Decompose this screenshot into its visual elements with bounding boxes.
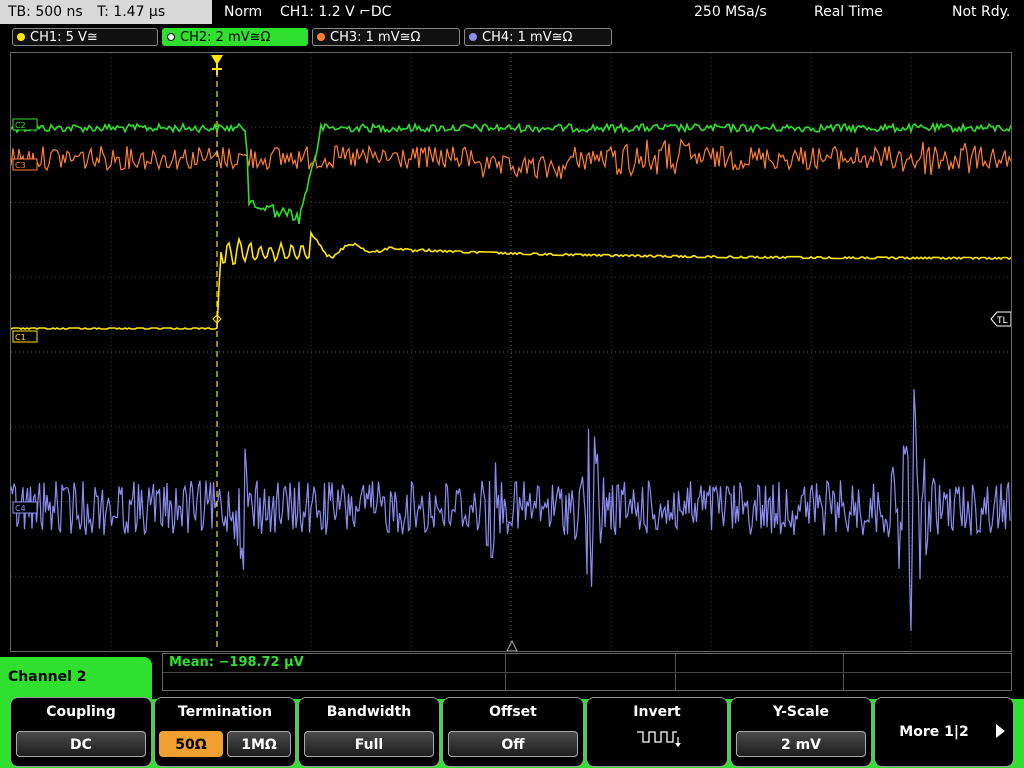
trigger-position-icon[interactable] xyxy=(211,55,223,75)
trigger-source[interactable]: CH1: 1.2 V ⌐DC xyxy=(280,0,391,24)
horizontal-center-marker xyxy=(506,639,518,651)
invert-label: Invert xyxy=(633,704,681,720)
bandwidth-softkey[interactable]: Bandwidth Full xyxy=(298,697,440,767)
acquisition-mode: Real Time xyxy=(814,4,883,20)
waveform-svg: C2 C3 C1 C4 TL xyxy=(11,53,1011,651)
ch4-dot-icon xyxy=(469,33,477,41)
tab-ch1[interactable]: CH1: 5 V≅ xyxy=(12,28,158,46)
c2-marker-text: C2 xyxy=(15,121,26,130)
yscale-value[interactable]: 2 mV xyxy=(736,731,866,757)
trigger-level-marker[interactable]: TL xyxy=(990,311,1011,327)
ch1-ref-marker[interactable]: C1 xyxy=(12,330,38,343)
coupling-value[interactable]: DC xyxy=(16,731,146,757)
coupling-label: Coupling xyxy=(46,704,116,720)
ch3-ref-marker[interactable]: C3 xyxy=(12,158,38,171)
timebase-box[interactable]: TB: 500 ns T: 1.47 µs xyxy=(0,0,212,24)
channel-tabs: CH1: 5 V≅ CH2: 2 mV≅Ω CH3: 1 mV≅Ω CH4: 1… xyxy=(0,26,1024,48)
termination-label: Termination xyxy=(178,704,272,720)
trigger-mode[interactable]: Norm xyxy=(224,0,262,24)
coupling-softkey[interactable]: Coupling DC xyxy=(10,697,152,767)
menu-title: Channel 2 xyxy=(0,657,152,699)
ch1-waveform xyxy=(11,229,1011,330)
ch1-label: CH1: 5 V≅ xyxy=(30,30,98,45)
bandwidth-label: Bandwidth xyxy=(326,704,412,720)
yscale-softkey[interactable]: Y-Scale 2 mV xyxy=(730,697,872,767)
ch3-label: CH3: 1 mV≅Ω xyxy=(330,30,421,45)
ch2-dot-icon xyxy=(167,33,175,41)
ch2-label: CH2: 2 mV≅Ω xyxy=(180,30,271,45)
c4-marker-text: C4 xyxy=(15,504,26,513)
ch4-ref-marker[interactable]: C4 xyxy=(12,501,38,514)
more-label: More 1|2 xyxy=(899,724,969,740)
tab-ch4[interactable]: CH4: 1 mV≅Ω xyxy=(464,28,612,46)
top-status-bar: TB: 500 ns T: 1.47 µs Norm CH1: 1.2 V ⌐D… xyxy=(0,0,1024,24)
more-softkey[interactable]: More 1|2 xyxy=(874,697,1014,767)
c1-marker-text: C1 xyxy=(15,333,26,342)
offset-softkey[interactable]: Offset Off xyxy=(442,697,584,767)
tab-ch2[interactable]: CH2: 2 mV≅Ω xyxy=(162,28,308,46)
invert-softkey[interactable]: Invert xyxy=(586,697,728,767)
offset-value[interactable]: Off xyxy=(448,731,578,757)
tab-ch3[interactable]: CH3: 1 mV≅Ω xyxy=(312,28,460,46)
ch4-label: CH4: 1 mV≅Ω xyxy=(482,30,573,45)
next-page-icon xyxy=(996,724,1005,738)
waveform-display[interactable]: C2 C3 C1 C4 TL xyxy=(10,52,1012,652)
tl-marker-text: TL xyxy=(996,316,1008,326)
sample-rate: 250 MSa/s xyxy=(694,4,767,20)
measurement-bar: Mean: −198.72 µV xyxy=(162,653,1012,691)
offset-label: Offset xyxy=(489,704,537,720)
yscale-label: Y-Scale xyxy=(772,704,829,720)
ch2-ref-marker[interactable]: C2 xyxy=(12,118,38,131)
ch1-dot-icon xyxy=(17,33,25,41)
termination-1mohm-option[interactable]: 1MΩ xyxy=(227,731,291,757)
timebase-value: TB: 500 ns xyxy=(8,4,83,20)
acquisition-status: Not Rdy. xyxy=(952,4,1011,20)
mean-measurement: Mean: −198.72 µV xyxy=(169,655,304,670)
termination-50ohm-option[interactable]: 50Ω xyxy=(159,731,223,757)
ch3-dot-icon xyxy=(317,33,325,41)
trigger-time-value: T: 1.47 µs xyxy=(97,4,166,20)
c3-marker-text: C3 xyxy=(15,161,26,170)
termination-softkey[interactable]: Termination 50Ω 1MΩ xyxy=(154,697,296,767)
invert-waveform-icon xyxy=(637,731,681,747)
meas-divider xyxy=(163,672,1011,673)
graticule xyxy=(11,53,1011,651)
bandwidth-value[interactable]: Full xyxy=(304,731,434,757)
